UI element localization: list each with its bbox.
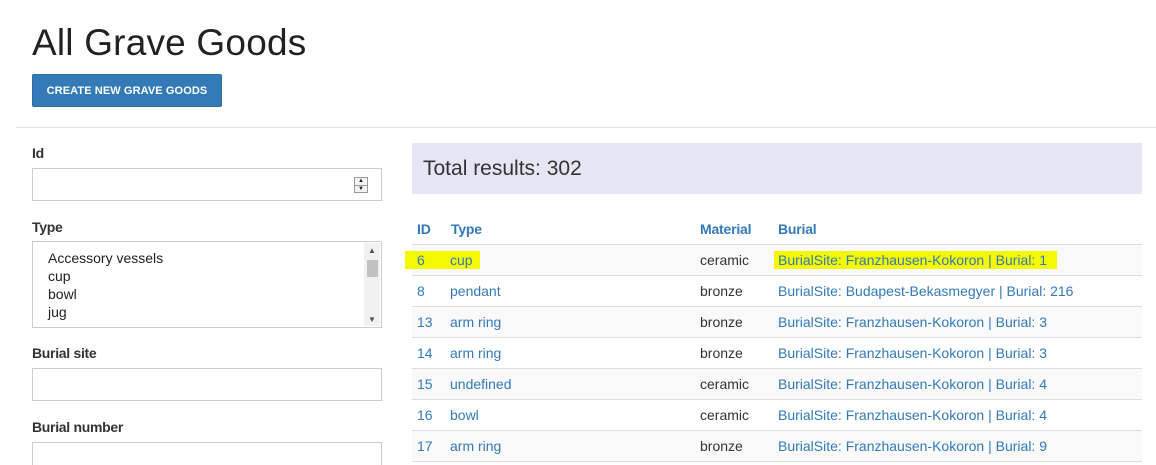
column-header-burial[interactable]: Burial [778,221,817,237]
row-type-link[interactable]: undefined [450,376,512,392]
total-results-box: Total results: 302 [412,143,1142,194]
row-id-link[interactable]: 8 [417,283,425,299]
row-type-link[interactable]: arm ring [450,314,501,330]
row-type-link[interactable]: bowl [450,407,479,423]
table-row: 6 cup ceramic BurialSite: Franzhausen-Ko… [405,245,1142,276]
type-option[interactable]: jug [48,304,67,320]
table-row: 14 arm ring bronze BurialSite: Franzhaus… [412,338,1142,369]
type-select-scrollbar[interactable]: ▲ ▼ [364,243,380,326]
type-option[interactable]: cup [48,268,71,284]
row-id-link[interactable]: 15 [417,376,433,392]
row-id-link[interactable]: 17 [417,438,433,454]
create-grave-goods-button[interactable]: CREATE NEW GRAVE GOODS [32,74,222,107]
scroll-thumb[interactable] [367,260,378,277]
row-id-link[interactable]: 13 [417,314,433,330]
row-burial-link[interactable]: BurialSite: Franzhausen-Kokoron | Burial… [778,407,1047,423]
number-spinner[interactable]: ▲ ▼ [354,177,368,193]
row-material: ceramic [700,407,750,423]
scroll-down-icon[interactable]: ▼ [364,312,380,326]
row-id-link[interactable]: 16 [417,407,433,423]
scroll-up-icon[interactable]: ▲ [364,243,380,257]
row-material: bronze [700,283,743,299]
burial-site-filter-input[interactable] [32,368,382,401]
page-title: All Grave Goods [32,22,307,63]
table-row: 16 bowl ceramic BurialSite: Franzhausen-… [412,400,1142,431]
id-filter-label: Id [32,145,44,161]
total-results-text: Total results: 302 [423,157,582,180]
row-burial-link[interactable]: BurialSite: Budapest-Bekasmegyer | Buria… [778,283,1073,299]
row-burial-link[interactable]: BurialSite: Franzhausen-Kokoron | Burial… [778,314,1047,330]
row-burial-link[interactable]: BurialSite: Franzhausen-Kokoron | Burial… [778,438,1047,454]
row-material: bronze [700,314,743,330]
table-row: 8 pendant bronze BurialSite: Budapest-Be… [412,276,1142,307]
type-option[interactable]: Accessory vessels [48,250,163,266]
type-filter-select[interactable]: Accessory vessels cup bowl jug ▲ ▼ [32,241,382,328]
id-filter-input[interactable]: ▲ ▼ [32,168,382,201]
header-divider [16,127,1156,128]
row-burial-link[interactable]: BurialSite: Franzhausen-Kokoron | Burial… [778,345,1047,361]
column-header-material[interactable]: Material [700,221,752,237]
row-type-link[interactable]: arm ring [450,438,501,454]
row-type-link[interactable]: cup [450,252,473,268]
table-row: 15 undefined ceramic BurialSite: Franzha… [412,369,1142,400]
row-material: ceramic [700,376,750,392]
row-material: ceramic [700,252,750,268]
row-burial-link[interactable]: BurialSite: Franzhausen-Kokoron | Burial… [778,252,1047,268]
table-row: 17 arm ring bronze BurialSite: Franzhaus… [412,431,1142,462]
column-header-id[interactable]: ID [417,221,431,237]
row-material: bronze [700,345,743,361]
row-id-link[interactable]: 14 [417,345,433,361]
spinner-down-icon[interactable]: ▼ [355,184,367,193]
column-header-type[interactable]: Type [451,221,482,237]
row-type-link[interactable]: arm ring [450,345,501,361]
burial-site-filter-label: Burial site [32,345,97,361]
burial-number-filter-label: Burial number [32,419,124,435]
type-option[interactable]: bowl [48,286,77,302]
burial-number-filter-input[interactable] [32,442,382,465]
row-material: bronze [700,438,743,454]
row-id-link[interactable]: 6 [417,252,425,268]
type-filter-label: Type [32,219,63,235]
row-type-link[interactable]: pendant [450,283,501,299]
row-burial-link[interactable]: BurialSite: Franzhausen-Kokoron | Burial… [778,376,1047,392]
table-row: 13 arm ring bronze BurialSite: Franzhaus… [412,307,1142,338]
